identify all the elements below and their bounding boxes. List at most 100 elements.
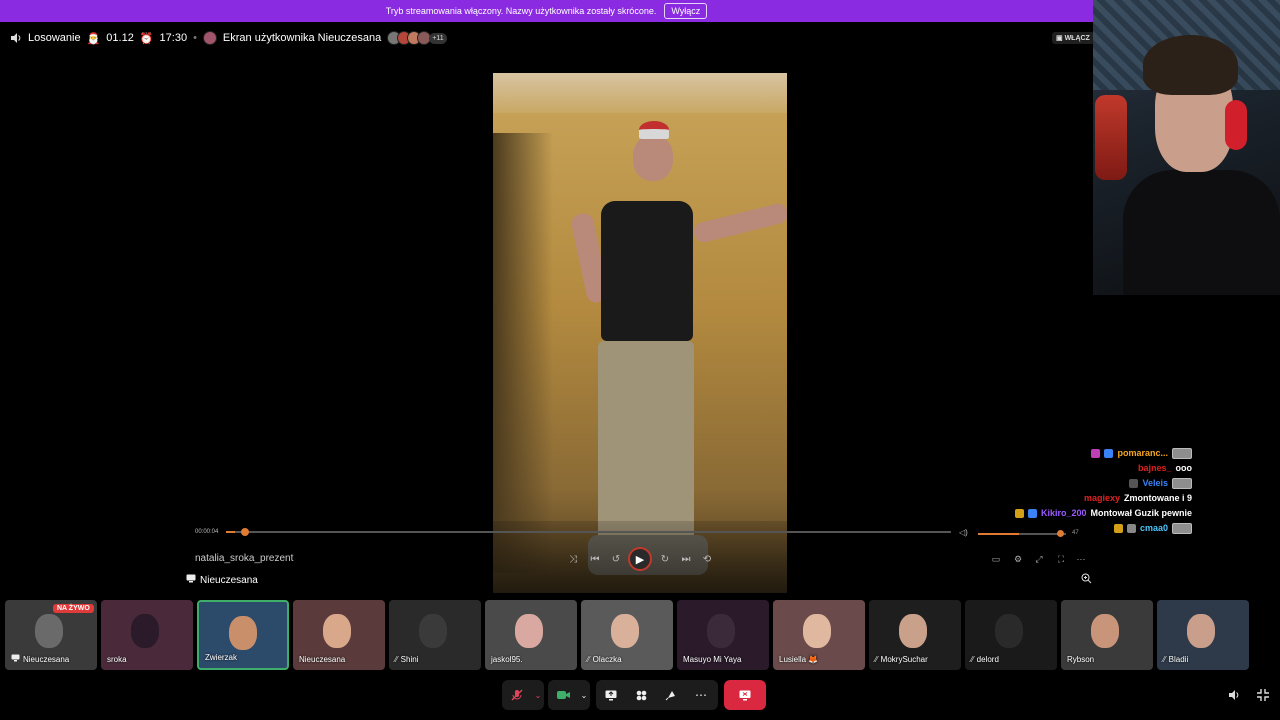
viewer-avatars[interactable]: +11 (387, 31, 447, 45)
chat-username[interactable]: Kikiro_200 (1041, 508, 1087, 518)
more-actions-icon[interactable]: ⋯ (686, 680, 716, 710)
current-time: 00:00:04 (195, 529, 219, 535)
seek-bar-fill (226, 531, 235, 533)
forward-icon[interactable]: ↻ (658, 552, 672, 566)
chat-badge-icon (1027, 508, 1037, 518)
volume-output-icon[interactable] (1225, 686, 1243, 704)
chat-message-text: Zmontowane i 9 (1123, 493, 1192, 503)
seek-bar[interactable] (226, 528, 951, 536)
participant-tile[interactable]: Lusiella 🦊 (773, 600, 865, 670)
streamer-mode-banner: Tryb streamowania włączony. Nazwy użytko… (0, 0, 1093, 22)
participant-tile[interactable]: ⁄⁄ MokrySuchar (869, 600, 961, 670)
chat-badge-icon (1126, 523, 1136, 533)
channel-date: 01.12 (106, 32, 134, 44)
enable-button[interactable]: ▣ WŁĄCZ (1052, 32, 1094, 44)
participant-label: ⁄⁄ MokrySuchar (875, 655, 928, 664)
chat-emote-icon (1172, 477, 1192, 489)
participant-tile[interactable]: Masuyo Mi Yaya (677, 600, 769, 670)
participant-label: ⁄⁄ Bladii (1163, 655, 1188, 664)
participant-label: ⁄⁄ Shini (395, 655, 418, 664)
participant-tile[interactable]: Zwierzak (197, 600, 289, 670)
stream-chat: pomaranc... bajnes_ ooo Veleis magiexy Zmonto… (952, 447, 1192, 534)
rewind-icon[interactable]: ↺ (609, 552, 623, 566)
mic-muted-icon: ⁄⁄ (1163, 655, 1166, 664)
mic-options-chevron-icon[interactable]: ⌄ (532, 680, 544, 710)
participant-video (131, 614, 159, 648)
chat-message-text: Montował Guzik pewnie (1090, 508, 1192, 518)
play-button[interactable]: ▶ (628, 547, 652, 571)
chat-badge-icon (1129, 478, 1139, 488)
participant-video (611, 614, 639, 648)
zoom-icon[interactable] (1078, 570, 1094, 586)
chat-message: cmaa0 (1113, 522, 1192, 534)
previous-icon[interactable]: ⏮ (588, 552, 602, 566)
participant-name: delord (976, 655, 999, 664)
fullscreen-icon[interactable]: ⛶ (1055, 553, 1067, 565)
disable-streamer-mode-button[interactable]: Wyłącz (664, 3, 708, 19)
chat-username[interactable]: Veleis (1142, 478, 1168, 488)
participant-tile[interactable]: Nieuczesana (293, 600, 385, 670)
activities-icon[interactable] (626, 680, 656, 710)
participant-tile[interactable]: ⁄⁄ Olaczka (581, 600, 673, 670)
disconnect-button[interactable] (724, 680, 766, 710)
mic-muted-icon: ⁄⁄ (587, 655, 590, 664)
participant-tile[interactable]: ⁄⁄ Bladii (1157, 600, 1249, 670)
chat-username[interactable]: magiexy (1084, 493, 1120, 503)
shared-screen-video[interactable] (493, 73, 787, 593)
enable-label: WŁĄCZ (1064, 35, 1090, 42)
more-options-icon[interactable]: ⋯ (1075, 553, 1087, 565)
participant-name: Olaczka (592, 655, 622, 664)
channel-name[interactable]: Losowanie (28, 32, 81, 44)
camera-control-group: ⌄ (548, 680, 590, 710)
screen-share-icon (11, 654, 20, 664)
participant-video (1187, 614, 1215, 648)
participant-label: Lusiella 🦊 (779, 655, 818, 664)
webcam-person-body (1123, 170, 1280, 295)
chat-username[interactable]: pomaranc... (1117, 448, 1168, 458)
loop-icon[interactable]: ⟲ (700, 552, 714, 566)
share-screen-icon[interactable] (596, 680, 626, 710)
settings-icon[interactable]: ⚙ (1012, 553, 1024, 565)
participant-label: Zwierzak (205, 653, 237, 662)
participant-name: Nieuczesana (299, 655, 346, 664)
camera-options-chevron-icon[interactable]: ⌄ (578, 680, 590, 710)
chat-badge-icon (1113, 523, 1123, 533)
seek-bar-knob[interactable] (240, 528, 249, 536)
participant-tile[interactable]: sroka (101, 600, 193, 670)
shuffle-icon[interactable]: ⤨ (566, 552, 580, 566)
participant-name: Rybson (1067, 655, 1095, 664)
subtitles-icon[interactable]: ▭ (990, 553, 1002, 565)
participant-video (515, 614, 543, 648)
chat-message-text: ooo (1175, 463, 1193, 473)
participant-video (35, 614, 63, 648)
camera-icon[interactable] (548, 680, 578, 710)
participant-name: Shini (400, 655, 419, 664)
chat-username[interactable]: bajnes_ (1138, 463, 1172, 473)
screen-share-icon (186, 574, 196, 586)
participant-tile[interactable]: NA ŻYWO Nieuczesana (5, 600, 97, 670)
santa-emoji-icon: 🎅 (86, 32, 101, 45)
mic-muted-icon: ⁄⁄ (875, 655, 878, 664)
next-icon[interactable]: ⏭ (679, 552, 693, 566)
speaker-icon (10, 32, 22, 44)
participant-label: Masuyo Mi Yaya (683, 655, 741, 664)
video-filename: natalia_sroka_prezent (195, 553, 294, 564)
participant-tile[interactable]: ⁄⁄ Shini (389, 600, 481, 670)
participant-tile[interactable]: ⁄⁄ delord (965, 600, 1057, 670)
soundboard-icon[interactable] (656, 680, 686, 710)
video-person-head (633, 135, 673, 181)
chat-badge-icon (1091, 448, 1101, 458)
chat-username[interactable]: cmaa0 (1140, 523, 1168, 533)
mic-muted-icon: ⁄⁄ (395, 655, 398, 664)
chat-emote-icon (1172, 522, 1192, 534)
chat-badge-icon (1104, 448, 1114, 458)
mic-control-group: ⌄ (502, 680, 544, 710)
banner-text: Tryb streamowania włączony. Nazwy użytko… (385, 6, 657, 16)
participant-video (707, 614, 735, 648)
participant-name: MokrySuchar (880, 655, 928, 664)
participant-tile[interactable]: Rybson (1061, 600, 1153, 670)
exit-fullscreen-icon[interactable] (1254, 686, 1272, 704)
participant-tile[interactable]: jaskol95. (485, 600, 577, 670)
mic-muted-icon[interactable] (502, 680, 532, 710)
pip-icon[interactable]: ⤢ (1033, 553, 1045, 565)
